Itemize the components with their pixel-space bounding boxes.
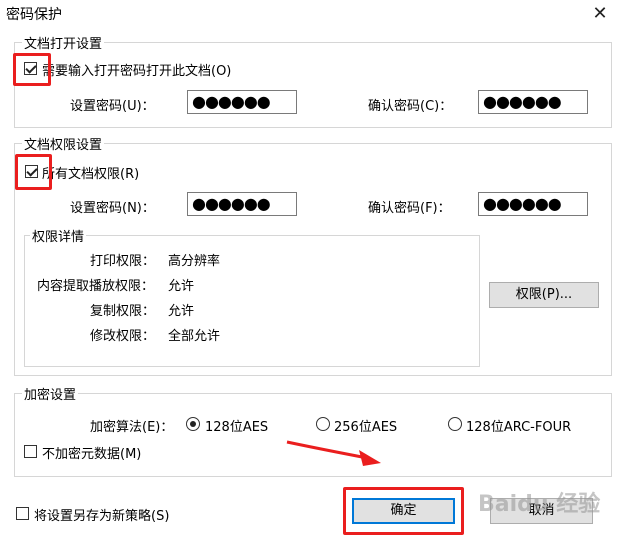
open-set-password-field[interactable]: ●●●●●● [187,90,297,114]
encryption-algorithm-label: 加密算法(E)： [90,420,174,435]
perm-confirm-password-field[interactable]: ●●●●●● [478,192,588,216]
perm-confirm-password-label: 确认密码(F)： [368,201,451,216]
require-open-password-label[interactable]: 需要输入打开密码打开此文档(O) [42,60,231,79]
open-confirm-password-field[interactable]: ●●●●●● [478,90,588,114]
radio-128-aes-label[interactable]: 128位AES [205,416,268,435]
encryption-settings-group-label: 加密设置 [22,384,79,403]
modify-permission-label: 修改权限： [90,329,156,344]
modify-permission-value: 全部允许 [168,329,221,344]
open-settings-group [14,42,612,128]
annotation-arrow-icon [286,440,381,466]
highlight-box-permissions-checkbox [15,154,52,190]
radio-128-aes[interactable] [186,417,200,431]
radio-256-aes[interactable] [316,417,330,431]
all-permissions-label[interactable]: 所有文档权限(R) [42,163,139,182]
close-icon[interactable]: ✕ [588,2,612,24]
open-settings-group-label: 文档打开设置 [22,33,105,52]
no-metadata-encryption-checkbox[interactable] [24,445,37,458]
extract-permission-value: 允许 [168,279,195,294]
baidu-watermark: Baidu 经验 [478,492,601,517]
open-set-password-label: 设置密码(U)： [70,99,155,114]
highlight-box-open-checkbox [13,53,51,86]
highlight-box-ok-button [343,487,464,535]
perm-set-password-field[interactable]: ●●●●●● [187,192,297,216]
radio-128-arc-four[interactable] [448,417,462,431]
permissions-button[interactable]: 权限(P)... [489,282,599,308]
radio-128-arc-four-label[interactable]: 128位ARC-FOUR [466,416,571,435]
copy-permission-label: 复制权限： [90,304,156,319]
permission-settings-group-label: 文档权限设置 [22,134,105,153]
radio-256-aes-label[interactable]: 256位AES [334,416,397,435]
permission-details-group-label: 权限详情 [30,226,87,245]
perm-set-password-label: 设置密码(N)： [70,201,155,216]
no-metadata-encryption-label[interactable]: 不加密元数据(M) [42,443,141,462]
copy-permission-value: 允许 [168,304,195,319]
open-confirm-password-label: 确认密码(C)： [368,99,453,114]
save-as-policy-checkbox[interactable] [16,507,29,520]
window-title: 密码保护 [6,7,62,23]
print-permission-value: 高分辨率 [168,254,221,269]
extract-permission-label: 内容提取播放权限： [37,279,155,294]
print-permission-label: 打印权限： [90,254,156,269]
save-as-policy-label[interactable]: 将设置另存为新策略(S) [34,505,169,524]
